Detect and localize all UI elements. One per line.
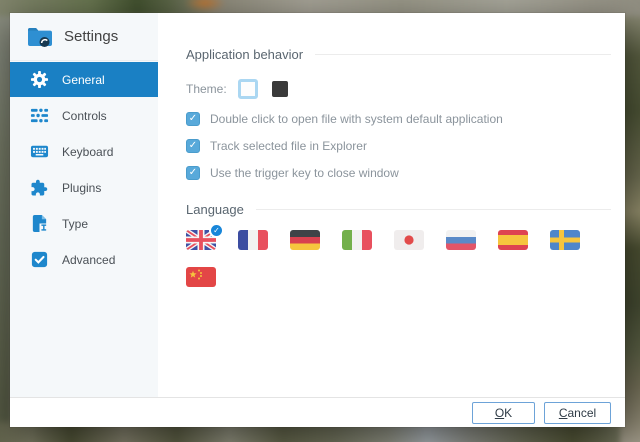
selected-language-check-icon: ✓ <box>209 223 224 238</box>
sidebar-item-controls[interactable]: Controls <box>10 98 158 133</box>
sidebar-item-plugins[interactable]: Plugins <box>10 170 158 205</box>
sidebar-item-label: Keyboard <box>62 144 114 159</box>
section-title: Application behavior <box>186 47 304 62</box>
ok-button[interactable]: OK <box>472 401 535 424</box>
checkbox-label: Use the trigger key to close window <box>210 166 399 180</box>
sidebar-item-label: General <box>62 72 105 87</box>
sliders-icon <box>29 106 49 126</box>
checkbox-icon[interactable]: ✓ <box>186 166 200 180</box>
sidebar-menu: General Controls Keyboard Plugins Type A… <box>10 61 158 277</box>
check-square-icon <box>29 250 49 270</box>
sidebar-header: Settings <box>10 13 158 61</box>
puzzle-icon <box>29 178 49 198</box>
theme-light-swatch[interactable] <box>237 79 258 99</box>
theme-row: Theme: <box>186 79 611 99</box>
application-behavior-header: Application behavior <box>186 47 611 62</box>
sidebar-item-label: Advanced <box>62 252 116 267</box>
ok-label-rest: K <box>504 405 513 420</box>
checkbox-label: Double click to open file with system de… <box>210 112 503 126</box>
checkbox-icon[interactable]: ✓ <box>186 139 200 153</box>
sidebar-item-general[interactable]: General <box>10 62 158 97</box>
flag-russian-icon[interactable] <box>446 230 476 250</box>
flag-japanese-icon[interactable] <box>394 230 424 250</box>
section-divider <box>315 54 611 55</box>
sidebar-item-keyboard[interactable]: Keyboard <box>10 134 158 169</box>
section-title: Language <box>186 202 244 217</box>
dialog-footer: OK Cancel <box>10 397 625 427</box>
flag-italian-icon[interactable] <box>342 230 372 250</box>
flag-english-icon[interactable]: ✓ <box>186 223 224 250</box>
quicklook-logo-icon <box>27 26 53 48</box>
theme-label: Theme: <box>186 82 227 96</box>
sidebar-item-advanced[interactable]: Advanced <box>10 242 158 277</box>
theme-dark-swatch[interactable] <box>271 81 288 97</box>
language-header: Language <box>186 202 611 217</box>
checkbox-icon[interactable]: ✓ <box>186 112 200 126</box>
sidebar: Settings General Controls Keyboard Plugi… <box>10 13 158 397</box>
language-flag-list: ✓ <box>186 223 610 287</box>
flag-french-icon[interactable] <box>238 230 268 250</box>
checkbox-row-trigger-key[interactable]: ✓ Use the trigger key to close window <box>186 166 611 180</box>
sidebar-item-label: Plugins <box>62 180 102 195</box>
flag-swedish-icon[interactable] <box>550 230 580 250</box>
settings-content: Application behavior Theme: ✓ Double cli… <box>158 13 625 397</box>
settings-window: Settings General Controls Keyboard Plugi… <box>10 13 625 427</box>
cancel-label-rest: ancel <box>567 405 597 420</box>
sidebar-item-type[interactable]: Type <box>10 206 158 241</box>
window-title: Settings <box>64 28 119 45</box>
gear-icon <box>29 70 49 90</box>
section-divider <box>255 209 611 210</box>
flag-spanish-icon[interactable] <box>498 230 528 250</box>
checkbox-label: Track selected file in Explorer <box>210 139 367 153</box>
sidebar-item-label: Type <box>62 216 89 231</box>
checkbox-row-track-file[interactable]: ✓ Track selected file in Explorer <box>186 139 611 153</box>
flag-german-icon[interactable] <box>290 230 320 250</box>
keyboard-icon <box>29 142 49 162</box>
cancel-button[interactable]: Cancel <box>544 401 611 424</box>
sidebar-item-label: Controls <box>62 108 107 123</box>
flag-chinese-icon[interactable] <box>186 267 216 287</box>
checkbox-row-double-click[interactable]: ✓ Double click to open file with system … <box>186 112 611 126</box>
cancel-accesskey: C <box>558 405 568 420</box>
file-type-icon <box>29 214 49 234</box>
ok-accesskey: O <box>494 405 505 420</box>
